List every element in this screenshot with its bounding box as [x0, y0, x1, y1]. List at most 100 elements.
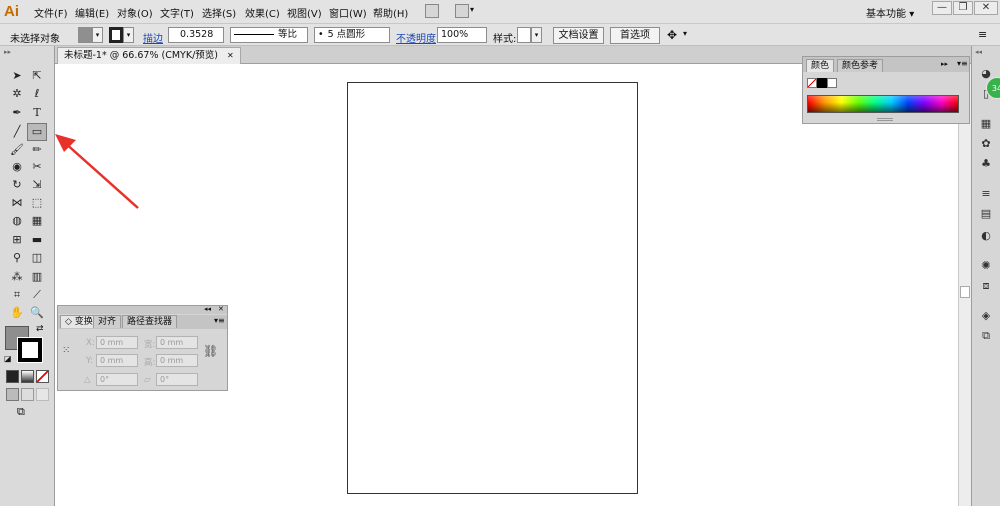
shear-input[interactable]: 0°	[156, 373, 198, 386]
bridge-icon[interactable]	[425, 4, 439, 18]
close-window-button[interactable]: ✕	[974, 1, 998, 15]
gradient-tool-icon[interactable]: ▬	[28, 232, 46, 248]
scissors-tool-icon[interactable]: ✂	[28, 159, 46, 175]
type-tool-icon[interactable]: T	[28, 105, 46, 121]
vertical-scrollbar[interactable]	[958, 64, 971, 506]
line-segment-tool-icon[interactable]: ╱	[8, 124, 26, 140]
stroke-swatch[interactable]	[109, 27, 123, 43]
menu-window[interactable]: 窗口(W)	[329, 5, 367, 20]
stroke-dropdown[interactable]: ▾	[123, 27, 134, 43]
symbols-icon[interactable]: ♣	[977, 156, 995, 172]
tools-collapse-icon[interactable]: ▸▸	[4, 48, 11, 56]
lasso-tool-icon[interactable]: ℓ	[28, 86, 46, 102]
width-tool-icon[interactable]: ⋈	[8, 195, 26, 211]
reference-point-icon[interactable]: ⁙	[62, 344, 76, 358]
swap-fill-stroke-icon[interactable]: ⇄	[36, 324, 44, 334]
hand-tool-icon[interactable]: ✋	[8, 305, 26, 321]
graphic-style-swatch[interactable]	[517, 27, 531, 43]
fill-swatch[interactable]	[78, 27, 92, 43]
dock-collapse-icon[interactable]: ◂◂	[975, 48, 982, 56]
document-tab[interactable]: 未标题-1* @ 66.67% (CMYK/预览) ✕	[57, 47, 241, 64]
rectangle-tool-icon[interactable]: ▭	[27, 123, 47, 141]
x-input[interactable]: 0 mm	[96, 336, 138, 349]
pencil-tool-icon[interactable]: ✏	[28, 142, 46, 158]
stroke-color-box[interactable]	[17, 337, 43, 363]
tab-pathfinder[interactable]: 路径查找器	[122, 315, 178, 328]
blend-tool-icon[interactable]: ◫	[28, 250, 46, 266]
perspective-grid-tool-icon[interactable]: ▦	[28, 213, 46, 229]
menu-help[interactable]: 帮助(H)	[373, 5, 408, 20]
fill-dropdown[interactable]: ▾	[92, 27, 103, 43]
swatches-icon[interactable]: ▦	[977, 116, 995, 132]
color-mode-icon[interactable]	[6, 370, 19, 383]
color-spectrum-bar[interactable]	[807, 95, 959, 113]
symbol-sprayer-tool-icon[interactable]: ⁂	[8, 269, 26, 285]
transparency-icon[interactable]: ◐	[977, 228, 995, 244]
artboard[interactable]	[347, 82, 638, 494]
layers-icon[interactable]: ◈	[977, 308, 995, 324]
shape-builder-tool-icon[interactable]: ◍	[8, 213, 26, 229]
menu-effect[interactable]: 效果(C)	[245, 5, 280, 20]
transform-close-icon[interactable]: ✕	[218, 305, 224, 313]
menu-select[interactable]: 选择(S)	[202, 5, 236, 20]
stroke-label-link[interactable]: 描边	[143, 30, 163, 45]
draw-normal-icon[interactable]	[6, 388, 19, 401]
screen-mode-icon[interactable]: ⧉	[17, 406, 35, 418]
constrain-proportions-icon[interactable]: ⛓	[203, 344, 218, 358]
artboards-icon[interactable]: ⧉	[977, 328, 995, 344]
blob-brush-tool-icon[interactable]: ◉	[8, 159, 26, 175]
brush-definition[interactable]: • 5 点圆形	[314, 27, 390, 43]
eyedropper-tool-icon[interactable]: ⚲	[8, 250, 26, 266]
y-input[interactable]: 0 mm	[96, 354, 138, 367]
magic-wand-tool-icon[interactable]: ✲	[8, 86, 26, 102]
tab-color-guide[interactable]: 颜色参考	[837, 59, 884, 72]
stroke-weight-input[interactable]: 0.3528	[168, 27, 224, 43]
color-panel-menu-icon[interactable]: ▾≡	[957, 59, 968, 68]
menu-object[interactable]: 对象(O)	[117, 5, 153, 20]
close-document-icon[interactable]: ✕	[227, 51, 234, 60]
isolate-dropdown-arrow-icon[interactable]: ▾	[683, 29, 687, 38]
width-input[interactable]: 0 mm	[156, 336, 198, 349]
arrange-dropdown-arrow-icon[interactable]: ▾	[470, 5, 474, 14]
none-mode-icon[interactable]	[36, 370, 49, 383]
opacity-input[interactable]: 100%	[437, 27, 487, 43]
gradient-mode-icon[interactable]	[21, 370, 34, 383]
pen-tool-icon[interactable]: ✒	[8, 105, 26, 121]
color-panel-resize-grip-icon[interactable]	[877, 118, 893, 121]
transform-menu-icon[interactable]: ▾≡	[214, 316, 225, 325]
white-swatch[interactable]	[827, 78, 837, 88]
paintbrush-tool-icon[interactable]: 🖌	[8, 142, 26, 158]
graphic-style-dropdown[interactable]: ▾	[531, 27, 542, 43]
selection-tool-icon[interactable]: ➤	[8, 68, 26, 84]
artboard-tool-icon[interactable]: ⌗	[8, 287, 26, 303]
zoom-tool-icon[interactable]: 🔍	[28, 305, 46, 321]
variable-width-profile[interactable]: 等比	[230, 27, 308, 43]
graphic-styles-icon[interactable]: ⧈	[977, 278, 995, 294]
rotate-input[interactable]: 0°	[96, 373, 138, 386]
workspace-switcher[interactable]: 基本功能 ▾	[866, 5, 914, 20]
transform-collapse-icon[interactable]: ◂◂	[204, 305, 211, 313]
scrollbar-thumb[interactable]	[960, 286, 970, 298]
default-fill-stroke-icon[interactable]: ◪	[4, 354, 12, 363]
height-input[interactable]: 0 mm	[156, 354, 198, 367]
menu-file[interactable]: 文件(F)	[34, 5, 68, 20]
scale-tool-icon[interactable]: ⇲	[28, 177, 46, 193]
tab-color[interactable]: 颜色	[806, 59, 835, 72]
appearance-icon[interactable]: ✺	[977, 258, 995, 274]
brushes-icon[interactable]: ✿	[977, 136, 995, 152]
tab-align[interactable]: 对齐	[93, 315, 122, 328]
direct-selection-tool-icon[interactable]: ⇱	[28, 68, 46, 84]
draw-behind-icon[interactable]	[21, 388, 34, 401]
column-graph-tool-icon[interactable]: ▥	[28, 269, 46, 285]
minimize-button[interactable]: —	[932, 1, 952, 15]
draw-inside-icon[interactable]	[36, 388, 49, 401]
gradient-panel-icon[interactable]: ▤	[977, 206, 995, 222]
arrange-documents-icon[interactable]	[455, 4, 469, 18]
preferences-button[interactable]: 首选项	[610, 27, 660, 44]
document-setup-button[interactable]: 文档设置	[553, 27, 604, 44]
none-swatch[interactable]	[807, 78, 817, 88]
isolate-icon[interactable]: ✥	[667, 28, 677, 42]
menu-type[interactable]: 文字(T)	[160, 5, 194, 20]
rotate-tool-icon[interactable]: ↻	[8, 177, 26, 193]
control-bar-menu-icon[interactable]: ≡	[978, 28, 987, 41]
